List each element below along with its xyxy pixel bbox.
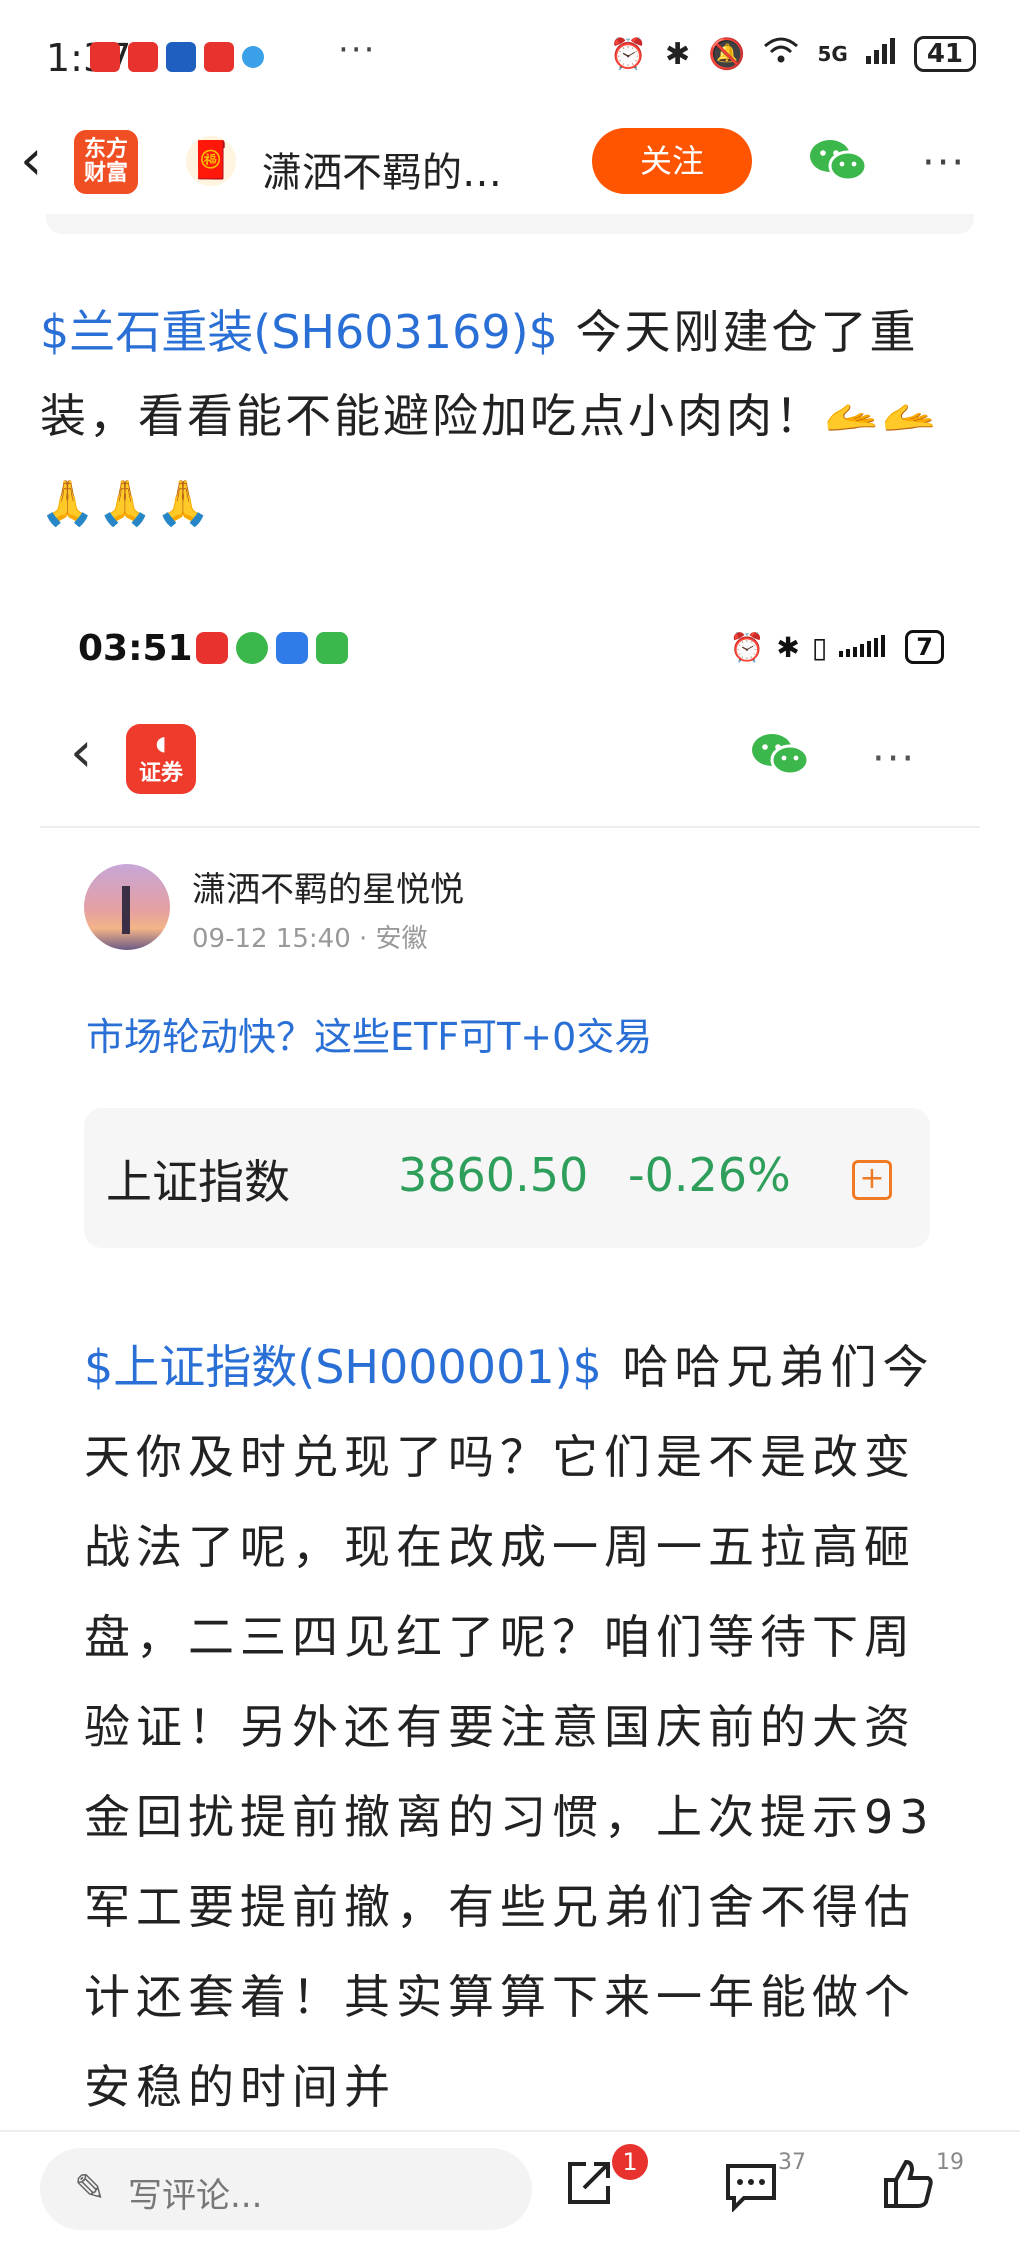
stock-tag-link[interactable]: $兰石重装(SH603169)$: [40, 305, 558, 359]
embedded-post-body: $上证指数(SH000001)$ 哈哈兄弟们今天你及时兑现了吗？它们是不是改变战…: [84, 1322, 960, 2130]
divider: [40, 826, 980, 828]
alarm-icon: ⏰: [729, 630, 765, 664]
pen-icon: ✎: [74, 2166, 106, 2210]
emoji-group: 🙏🙏🙏: [40, 478, 214, 529]
wechat-share-icon[interactable]: [808, 138, 868, 188]
lighthouse-icon: [122, 886, 130, 934]
app-notification-icon: [128, 42, 158, 72]
vibrate-icon: ▯: [811, 630, 828, 664]
mute-icon: 🔕: [708, 36, 746, 72]
network-type-label: 5G: [817, 42, 848, 66]
app-notification-icon: [316, 632, 348, 664]
app-logo-line1: 东方: [83, 137, 128, 162]
notification-overflow-icon: ···: [338, 30, 377, 70]
quoted-card-edge: [46, 214, 974, 234]
securities-app-logo: ◖ 证券: [126, 724, 196, 794]
app-notification-icon: [242, 46, 264, 68]
app-notification-icon: [166, 42, 196, 72]
share-badge: 1: [612, 2144, 648, 2180]
more-options-icon[interactable]: ···: [922, 140, 966, 186]
signal-icon: [839, 631, 893, 664]
more-options-icon: ···: [872, 736, 917, 782]
embedded-screenshot-image[interactable]: 03:51 ⏰ ✱ ▯ 7 ‹ ◖ 证券 ··· 潇洒不羁的星悦悦 09-12 …: [40, 600, 980, 2130]
comment-icon[interactable]: [724, 2160, 778, 2216]
index-value: 3860.50: [398, 1148, 589, 1202]
back-arrow-icon: ‹: [70, 720, 93, 785]
add-watchlist-icon: +: [852, 1160, 892, 1200]
thumbs-up-icon[interactable]: [882, 2158, 936, 2214]
alarm-icon: ⏰: [609, 36, 647, 72]
battery-icon: 7: [905, 630, 944, 664]
signal-icon: [865, 37, 896, 72]
app-notification-icon: [276, 632, 308, 664]
stock-tag-link: $上证指数(SH000001)$: [84, 1340, 602, 1394]
system-icons: ⏰ ✱ 🔕 5G 41: [610, 36, 976, 72]
wifi-icon: [763, 36, 799, 72]
comment-input[interactable]: [40, 2148, 532, 2230]
app-notification-icon: [236, 632, 268, 664]
comment-placeholder[interactable]: 写评论...: [128, 2168, 262, 2217]
comment-count: 37: [778, 2150, 806, 2175]
app-notification-icon: [204, 42, 234, 72]
author-avatar: [84, 864, 170, 950]
app-notification-icon: [90, 42, 120, 72]
app-notification-icon: [196, 632, 228, 664]
follow-button[interactable]: 关注: [592, 128, 752, 194]
battery-level: 7: [916, 633, 933, 661]
emoji-group: 🫴🫴: [824, 392, 940, 443]
embedded-body-text: 哈哈兄弟们今天你及时兑现了吗？它们是不是改变战法了呢，现在改成一周一五拉高砸盘，…: [84, 1340, 935, 2114]
wechat-share-icon: [750, 732, 810, 782]
back-arrow-icon[interactable]: ‹: [20, 128, 42, 193]
app-logo: 东方 财富: [74, 130, 138, 194]
index-change: -0.26%: [628, 1148, 791, 1202]
author-name: 潇洒不羁的星悦悦: [192, 870, 464, 910]
embedded-status-time: 03:51: [78, 628, 193, 669]
app-logo-label: 证券: [138, 761, 183, 786]
etf-link: 市场轮动快？这些ETF可T+0交易: [86, 1015, 653, 1059]
bluetooth-icon: ✱: [776, 630, 800, 664]
logo-glyph-icon: ◖: [155, 731, 167, 755]
like-count: 19: [936, 2150, 964, 2175]
index-name: 上证指数: [106, 1155, 290, 1209]
post-meta: 09-12 15:40 · 安徽: [192, 924, 428, 954]
embedded-system-icons: ⏰ ✱ ▯ 7: [730, 630, 944, 664]
bluetooth-icon: ✱: [664, 36, 691, 72]
battery-icon: 41: [913, 36, 976, 72]
author-avatar-icon[interactable]: 🧧: [186, 136, 236, 186]
app-logo-line2: 财富: [83, 161, 128, 186]
post-text: $兰石重装(SH603169)$ 今天刚建仓了重装，看看能不能避险加吃点小肉肉！…: [40, 290, 986, 546]
author-title[interactable]: 潇洒不羁的…: [262, 140, 502, 198]
share-icon[interactable]: [562, 2158, 614, 2214]
